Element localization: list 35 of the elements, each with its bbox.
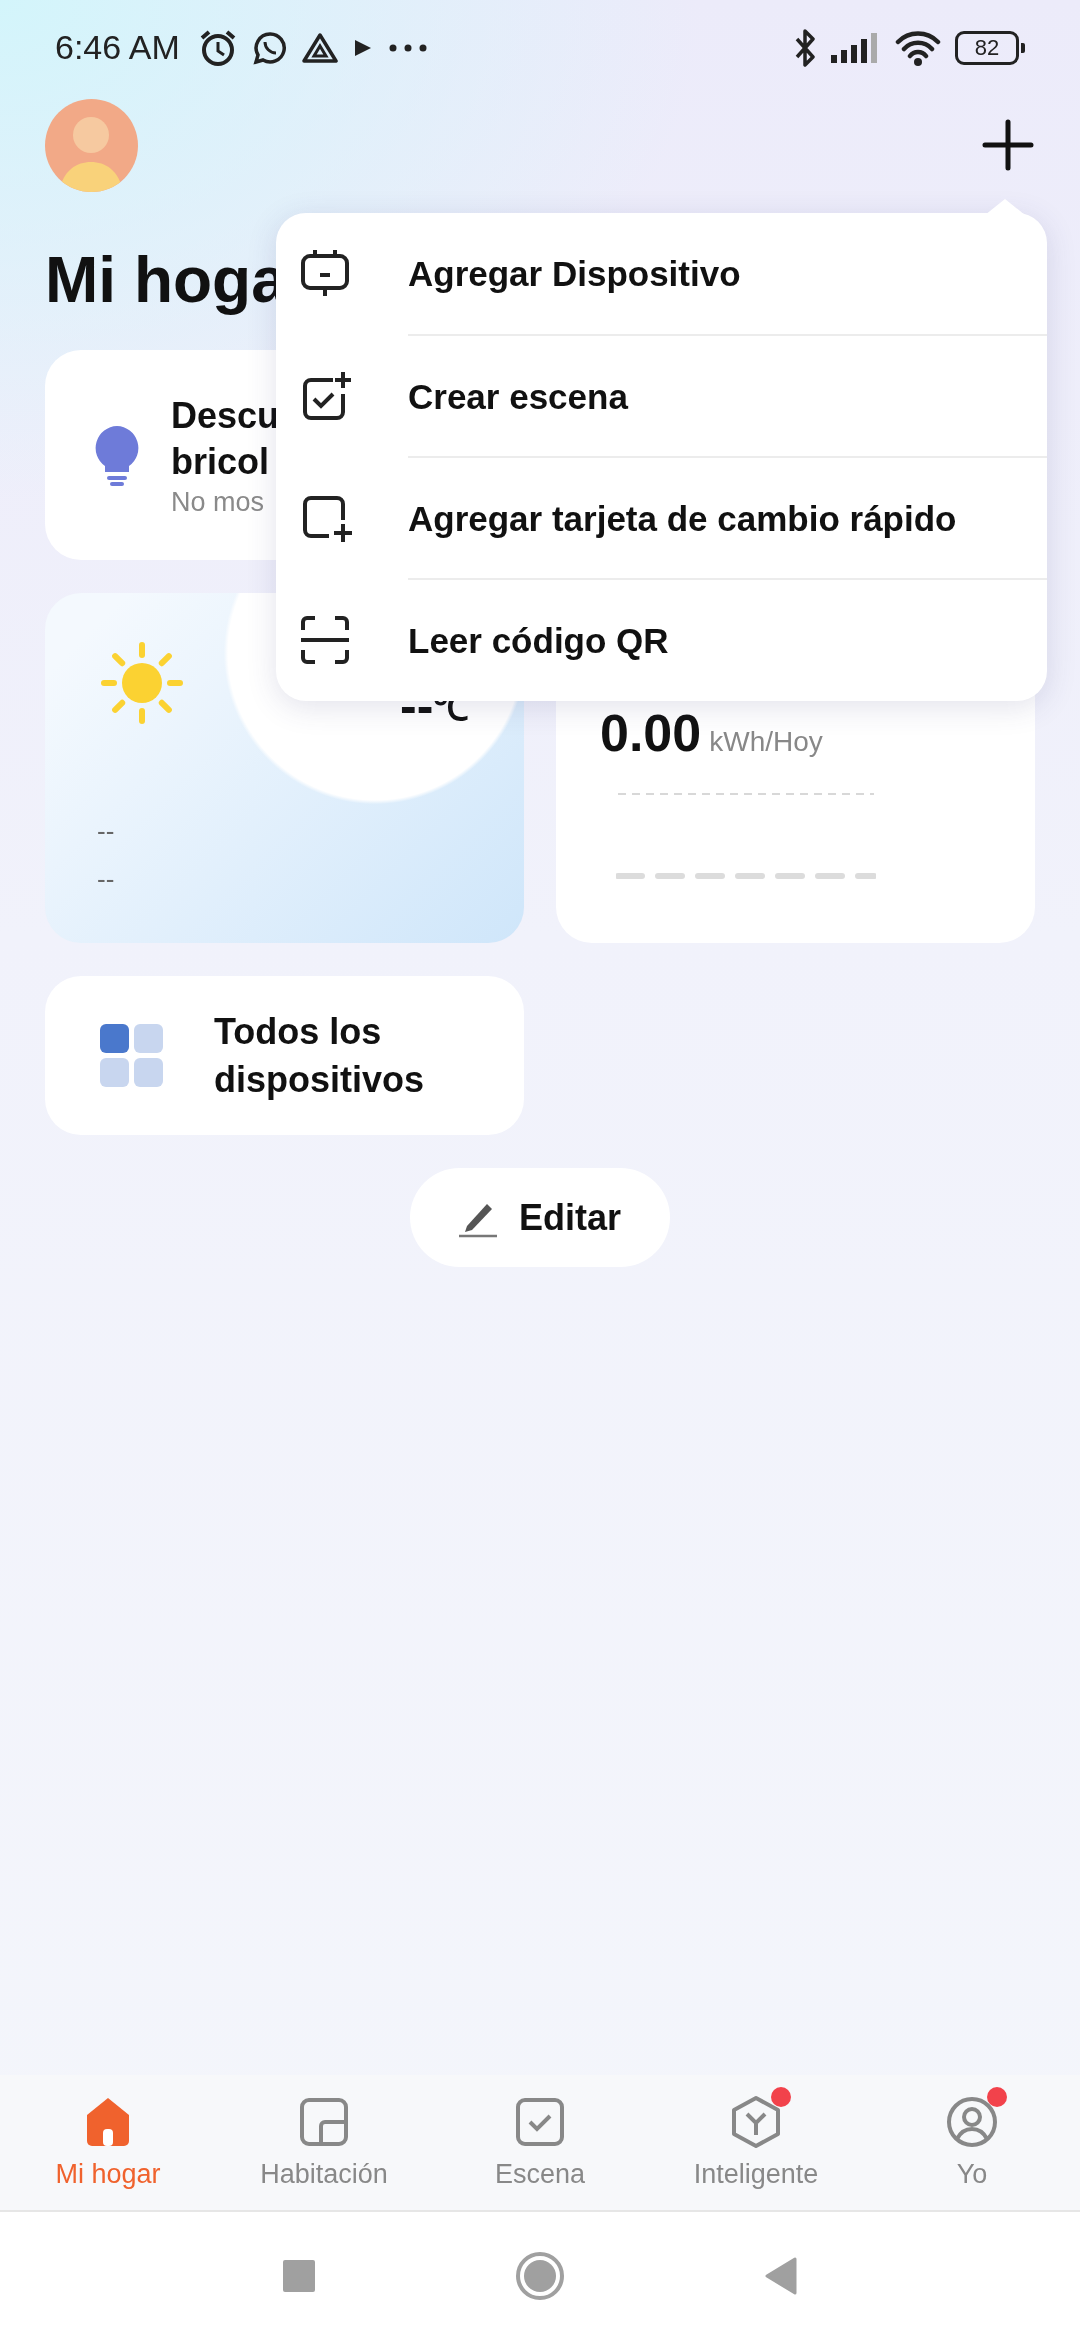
menu-item[interactable]: Agregar Dispositivo: [408, 213, 1047, 335]
all-devices-card[interactable]: Todos los dispositivos: [45, 976, 524, 1135]
room-icon: [297, 2095, 351, 2149]
battery-level: 82: [955, 30, 1019, 65]
more-dots-icon: [387, 42, 428, 53]
tab-label: Escena: [494, 2159, 586, 2190]
bluetooth-icon: [793, 28, 817, 67]
chat-bubble-icon: [251, 29, 288, 66]
status-time: 6:46 AM: [55, 28, 180, 67]
user-icon: [945, 2095, 999, 2149]
card-title: Descu: [171, 393, 280, 438]
tab-label: Yo: [956, 2159, 988, 2190]
menu-item[interactable]: Crear escena: [408, 334, 1047, 458]
energy-value: 0.00: [600, 703, 702, 763]
back-button[interactable]: [765, 2257, 797, 2295]
cube-icon: [729, 2095, 783, 2149]
menu-item[interactable]: Leer código QR: [408, 578, 1047, 702]
menu-item[interactable]: Agregar tarjeta de cambio rápido: [408, 456, 1047, 580]
grid-icon: [100, 1023, 164, 1088]
tab-label: Mi hogar: [55, 2159, 161, 2190]
add-icon[interactable]: [981, 118, 1035, 172]
edit-button[interactable]: Editar: [410, 1168, 670, 1267]
tab-label: Inteligente: [693, 2159, 819, 2190]
weather-detail: --: [97, 818, 115, 844]
checkbox-icon: [513, 2095, 567, 2149]
card-title: Todos los dispositivos: [214, 1009, 426, 1102]
home-button[interactable]: [515, 2251, 565, 2301]
triangle-icon: [301, 31, 338, 64]
card-subtitle: No mos: [171, 486, 266, 518]
wifi-icon: [895, 29, 941, 66]
lightbulb-icon: [93, 424, 141, 486]
weather-detail: --: [97, 866, 115, 892]
tab-label: Habitación: [260, 2159, 388, 2190]
energy-unit: kWh/Hoy: [709, 726, 823, 758]
card-title: bricol: [171, 439, 270, 484]
